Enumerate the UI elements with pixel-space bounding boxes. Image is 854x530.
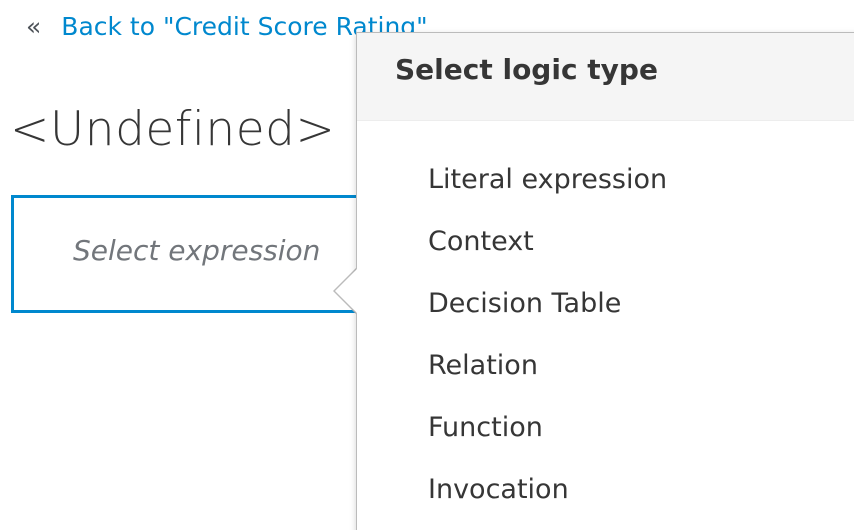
logic-type-literal-expression[interactable]: Literal expression: [428, 158, 667, 220]
logic-type-context[interactable]: Context: [428, 220, 667, 282]
expression-editor-page: « Back to "Credit Score Rating" <Undefin…: [0, 0, 854, 530]
popover-arrow-fill: [335, 268, 358, 314]
popover-title: Select logic type: [357, 33, 854, 121]
logic-type-relation[interactable]: Relation: [428, 344, 667, 406]
logic-type-function[interactable]: Function: [428, 406, 667, 468]
double-chevron-left-icon: «: [26, 12, 42, 41]
select-expression-placeholder[interactable]: Select expression: [73, 234, 320, 267]
logic-type-invocation[interactable]: Invocation: [428, 468, 667, 530]
logic-type-popover: Select logic type Literal expression Con…: [356, 32, 854, 530]
expression-title: <Undefined>: [10, 102, 336, 157]
logic-type-decision-table[interactable]: Decision Table: [428, 282, 667, 344]
logic-type-list: Literal expression Context Decision Tabl…: [428, 158, 667, 530]
